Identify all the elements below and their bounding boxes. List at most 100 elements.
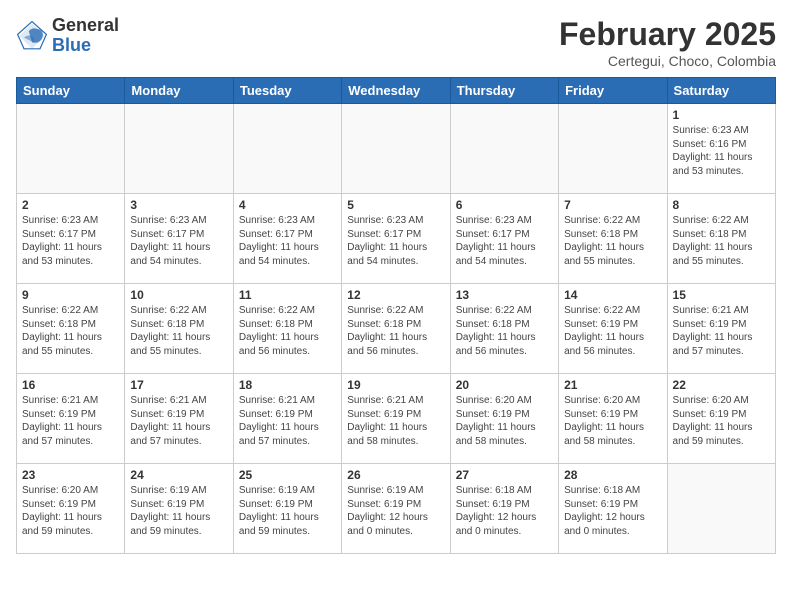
day-info: Sunrise: 6:18 AMSunset: 6:19 PMDaylight:…: [564, 484, 661, 538]
day-cell: [17, 104, 125, 194]
day-cell: 19Sunrise: 6:21 AMSunset: 6:19 PMDayligh…: [342, 374, 450, 464]
day-number: 23: [22, 468, 119, 482]
week-row-1: 1Sunrise: 6:23 AMSunset: 6:16 PMDaylight…: [17, 104, 776, 194]
day-number: 9: [22, 288, 119, 302]
day-info: Sunrise: 6:22 AMSunset: 6:18 PMDaylight:…: [22, 304, 119, 358]
day-number: 5: [347, 198, 444, 212]
day-info: Sunrise: 6:20 AMSunset: 6:19 PMDaylight:…: [456, 394, 553, 448]
calendar-table: SundayMondayTuesdayWednesdayThursdayFrid…: [16, 77, 776, 554]
day-info: Sunrise: 6:21 AMSunset: 6:19 PMDaylight:…: [22, 394, 119, 448]
day-info: Sunrise: 6:20 AMSunset: 6:19 PMDaylight:…: [673, 394, 770, 448]
weekday-header-sunday: Sunday: [17, 78, 125, 104]
day-number: 28: [564, 468, 661, 482]
day-info: Sunrise: 6:19 AMSunset: 6:19 PMDaylight:…: [130, 484, 227, 538]
weekday-header-tuesday: Tuesday: [233, 78, 341, 104]
day-number: 17: [130, 378, 227, 392]
day-cell: 17 Sunrise: 6:21 AMSunset: 6:19 PMDayligh…: [125, 374, 233, 464]
day-cell: [342, 104, 450, 194]
day-number: 8: [673, 198, 770, 212]
day-number: 1: [673, 108, 770, 122]
day-info: Sunrise: 6:22 AMSunset: 6:18 PMDaylight:…: [673, 214, 770, 268]
day-cell: 10Sunrise: 6:22 AMSunset: 6:18 PMDayligh…: [125, 284, 233, 374]
day-info: Sunrise: 6:20 AMSunset: 6:19 PMDaylight:…: [564, 394, 661, 448]
day-cell: 27Sunrise: 6:18 AMSunset: 6:19 PMDayligh…: [450, 464, 558, 554]
day-cell: 26 Sunrise: 6:19 AMSunset: 6:19 PMDayligh…: [342, 464, 450, 554]
day-number: 2: [22, 198, 119, 212]
day-cell: 4Sunrise: 6:23 AMSunset: 6:17 PMDaylight…: [233, 194, 341, 284]
day-cell: 2 Sunrise: 6:23 AMSunset: 6:17 PMDaylight…: [17, 194, 125, 284]
day-number: 16: [22, 378, 119, 392]
week-row-5: 23 Sunrise: 6:20 AMSunset: 6:19 PMDayligh…: [17, 464, 776, 554]
day-info: Sunrise: 6:22 AMSunset: 6:18 PMDaylight:…: [347, 304, 444, 358]
day-info: Sunrise: 6:23 AMSunset: 6:17 PMDaylight:…: [456, 214, 553, 268]
week-row-4: 16 Sunrise: 6:21 AMSunset: 6:19 PMDayligh…: [17, 374, 776, 464]
day-cell: 11Sunrise: 6:22 AMSunset: 6:18 PMDayligh…: [233, 284, 341, 374]
day-cell: 14Sunrise: 6:22 AMSunset: 6:19 PMDayligh…: [559, 284, 667, 374]
day-cell: [125, 104, 233, 194]
day-info: Sunrise: 6:19 AMSunset: 6:19 PMDaylight:…: [239, 484, 336, 538]
day-cell: [667, 464, 775, 554]
weekday-header-row: SundayMondayTuesdayWednesdayThursdayFrid…: [17, 78, 776, 104]
day-cell: 6 Sunrise: 6:23 AMSunset: 6:17 PMDaylight…: [450, 194, 558, 284]
day-info: Sunrise: 6:21 AMSunset: 6:19 PMDaylight:…: [239, 394, 336, 448]
day-info: Sunrise: 6:21 AMSunset: 6:19 PMDaylight:…: [673, 304, 770, 358]
weekday-header-saturday: Saturday: [667, 78, 775, 104]
day-info: Sunrise: 6:22 AMSunset: 6:18 PMDaylight:…: [564, 214, 661, 268]
day-number: 15: [673, 288, 770, 302]
day-cell: 20Sunrise: 6:20 AMSunset: 6:19 PMDayligh…: [450, 374, 558, 464]
day-number: 25: [239, 468, 336, 482]
day-number: 18: [239, 378, 336, 392]
day-cell: 24 Sunrise: 6:19 AMSunset: 6:19 PMDayligh…: [125, 464, 233, 554]
day-number: 4: [239, 198, 336, 212]
day-cell: 3Sunrise: 6:23 AMSunset: 6:17 PMDaylight…: [125, 194, 233, 284]
day-cell: [559, 104, 667, 194]
day-info: Sunrise: 6:23 AMSunset: 6:17 PMDaylight:…: [347, 214, 444, 268]
day-number: 13: [456, 288, 553, 302]
weekday-header-friday: Friday: [559, 78, 667, 104]
day-cell: 9 Sunrise: 6:22 AMSunset: 6:18 PMDaylight…: [17, 284, 125, 374]
day-cell: 18 Sunrise: 6:21 AMSunset: 6:19 PMDayligh…: [233, 374, 341, 464]
day-number: 26: [347, 468, 444, 482]
location: Certegui, Choco, Colombia: [559, 53, 776, 69]
day-info: Sunrise: 6:19 AMSunset: 6:19 PMDaylight:…: [347, 484, 444, 538]
day-info: Sunrise: 6:18 AMSunset: 6:19 PMDaylight:…: [456, 484, 553, 538]
day-info: Sunrise: 6:22 AMSunset: 6:18 PMDaylight:…: [456, 304, 553, 358]
day-cell: 13 Sunrise: 6:22 AMSunset: 6:18 PMDayligh…: [450, 284, 558, 374]
day-number: 21: [564, 378, 661, 392]
day-cell: 5 Sunrise: 6:23 AMSunset: 6:17 PMDaylight…: [342, 194, 450, 284]
week-row-2: 2 Sunrise: 6:23 AMSunset: 6:17 PMDaylight…: [17, 194, 776, 284]
page-header: General Blue February 2025 Certegui, Cho…: [16, 16, 776, 69]
day-cell: 25 Sunrise: 6:19 AMSunset: 6:19 PMDayligh…: [233, 464, 341, 554]
month-year: February 2025: [559, 16, 776, 53]
day-cell: 12 Sunrise: 6:22 AMSunset: 6:18 PMDayligh…: [342, 284, 450, 374]
day-cell: 28 Sunrise: 6:18 AMSunset: 6:19 PMDayligh…: [559, 464, 667, 554]
day-cell: 21 Sunrise: 6:20 AMSunset: 6:19 PMDayligh…: [559, 374, 667, 464]
day-cell: 8 Sunrise: 6:22 AMSunset: 6:18 PMDaylight…: [667, 194, 775, 284]
logo-text: General Blue: [52, 16, 119, 56]
day-number: 19: [347, 378, 444, 392]
day-number: 10: [130, 288, 227, 302]
day-info: Sunrise: 6:20 AMSunset: 6:19 PMDaylight:…: [22, 484, 119, 538]
day-cell: 23 Sunrise: 6:20 AMSunset: 6:19 PMDayligh…: [17, 464, 125, 554]
day-cell: 15 Sunrise: 6:21 AMSunset: 6:19 PMDayligh…: [667, 284, 775, 374]
day-number: 22: [673, 378, 770, 392]
day-number: 3: [130, 198, 227, 212]
day-number: 7: [564, 198, 661, 212]
day-number: 6: [456, 198, 553, 212]
day-cell: [450, 104, 558, 194]
day-info: Sunrise: 6:21 AMSunset: 6:19 PMDaylight:…: [130, 394, 227, 448]
day-cell: 16 Sunrise: 6:21 AMSunset: 6:19 PMDayligh…: [17, 374, 125, 464]
day-number: 12: [347, 288, 444, 302]
title-block: February 2025 Certegui, Choco, Colombia: [559, 16, 776, 69]
day-info: Sunrise: 6:22 AMSunset: 6:18 PMDaylight:…: [239, 304, 336, 358]
weekday-header-thursday: Thursday: [450, 78, 558, 104]
day-info: Sunrise: 6:22 AMSunset: 6:19 PMDaylight:…: [564, 304, 661, 358]
day-cell: 22 Sunrise: 6:20 AMSunset: 6:19 PMDayligh…: [667, 374, 775, 464]
day-info: Sunrise: 6:23 AMSunset: 6:17 PMDaylight:…: [22, 214, 119, 268]
day-number: 24: [130, 468, 227, 482]
weekday-header-wednesday: Wednesday: [342, 78, 450, 104]
day-cell: [233, 104, 341, 194]
day-cell: 7 Sunrise: 6:22 AMSunset: 6:18 PMDaylight…: [559, 194, 667, 284]
logo: General Blue: [16, 16, 119, 56]
week-row-3: 9 Sunrise: 6:22 AMSunset: 6:18 PMDaylight…: [17, 284, 776, 374]
